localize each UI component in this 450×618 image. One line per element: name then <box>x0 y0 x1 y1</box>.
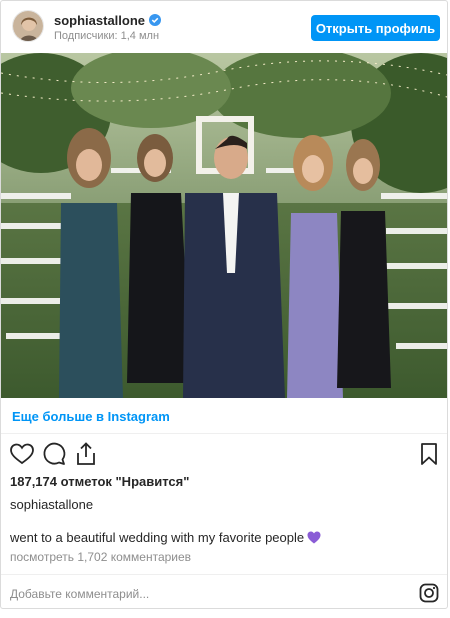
share-icon[interactable] <box>73 441 99 467</box>
heart-icon[interactable] <box>9 441 35 467</box>
comment-icon[interactable] <box>41 441 67 467</box>
view-comments-link[interactable]: посмотреть 1,702 комментариев <box>10 550 191 564</box>
verified-badge-icon <box>149 14 162 26</box>
follower-count: Подписчики: 1,4 млн <box>54 30 160 42</box>
divider <box>1 433 447 434</box>
post-caption: went to a beautiful wedding with my favo… <box>10 530 321 545</box>
instagram-embed-card: sophiastallone Подписчики: 1,4 млн Откры… <box>0 0 448 609</box>
post-author[interactable]: sophiastallone <box>10 497 93 512</box>
bookmark-icon[interactable] <box>416 441 442 467</box>
action-bar <box>1 441 447 469</box>
username-text[interactable]: sophiastallone <box>54 13 145 28</box>
caption-text: went to a beautiful wedding with my favo… <box>10 530 305 545</box>
open-profile-button[interactable]: Открыть профиль <box>311 15 440 41</box>
instagram-icon[interactable] <box>419 583 439 603</box>
post-header: sophiastallone Подписчики: 1,4 млн Откры… <box>1 1 447 53</box>
username[interactable]: sophiastallone <box>54 13 162 28</box>
avatar[interactable] <box>12 10 44 42</box>
add-comment-input[interactable] <box>10 585 390 603</box>
view-more-on-instagram-link[interactable]: Еще больше в Instagram <box>12 409 170 424</box>
post-photo[interactable] <box>1 53 447 398</box>
like-count[interactable]: 187,174 отметок "Нравится" <box>10 474 189 489</box>
comment-divider <box>1 574 447 575</box>
purple-heart-emoji-icon <box>307 531 321 544</box>
